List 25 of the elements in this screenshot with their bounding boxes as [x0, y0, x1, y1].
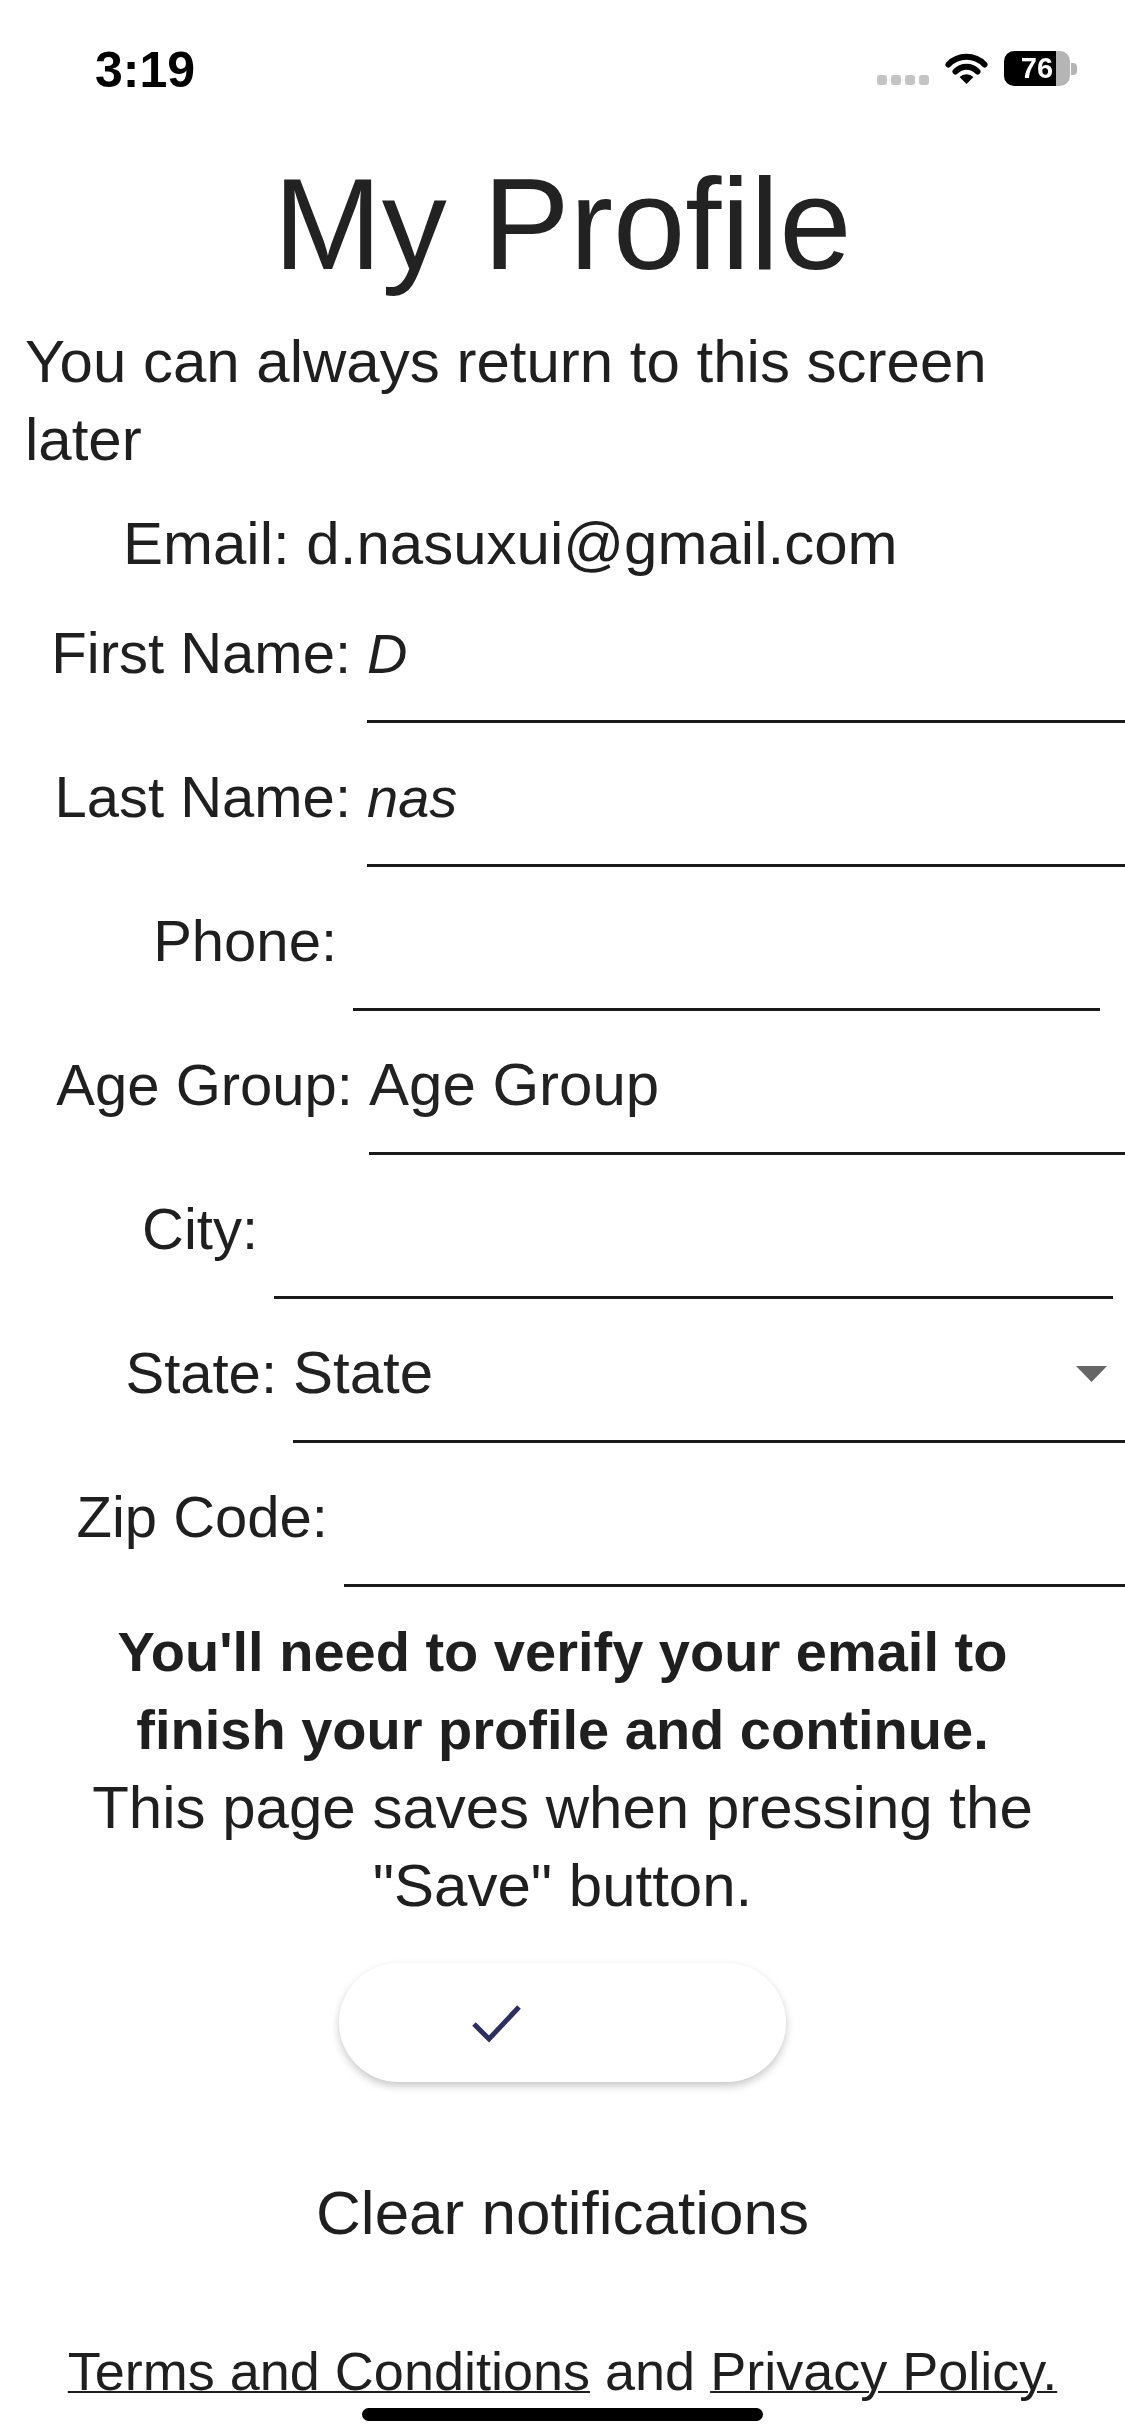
field-label: Age Group:: [56, 1051, 353, 1119]
legal-text: Terms and Conditions and Privacy Policy.: [66, 2340, 1059, 2403]
dropdown-field[interactable]: Age Group: [369, 1045, 1125, 1155]
wifi-icon: [944, 51, 989, 84]
field-label: Phone:: [153, 907, 337, 975]
subtitle-text: You can always return to this screen later: [24, 327, 988, 475]
field-label: Zip Code:: [76, 1483, 328, 1551]
caret-down-icon: [1076, 1366, 1107, 1382]
field-label: City:: [142, 1195, 258, 1263]
field-label: Last Name:: [54, 763, 351, 831]
legal-link[interactable]: Terms and Conditions: [67, 2341, 590, 2401]
field-label: State:: [125, 1339, 277, 1407]
save-hint-text: This page saves when pressing the "Save" button.: [91, 1773, 1034, 1921]
battery-indicator: 76: [1004, 51, 1077, 86]
status-time: 3:19: [95, 45, 196, 95]
field-label: First Name:: [51, 619, 351, 687]
legal-link[interactable]: Privacy Policy.: [710, 2341, 1058, 2401]
input-field[interactable]: nas: [367, 757, 1125, 867]
dropdown-field[interactable]: State: [293, 1333, 1125, 1443]
page-title: My Profile: [273, 150, 852, 299]
signal-icon: [877, 75, 929, 85]
notice-text: You'll need to verify your email to finish your profile and continue.: [116, 1619, 1009, 1763]
input-field[interactable]: D: [367, 613, 1125, 723]
email-text: Email: d.nasuxui@gmail.com: [123, 509, 898, 579]
clear-notifications-button[interactable]: Clear notifications: [316, 2163, 809, 2263]
